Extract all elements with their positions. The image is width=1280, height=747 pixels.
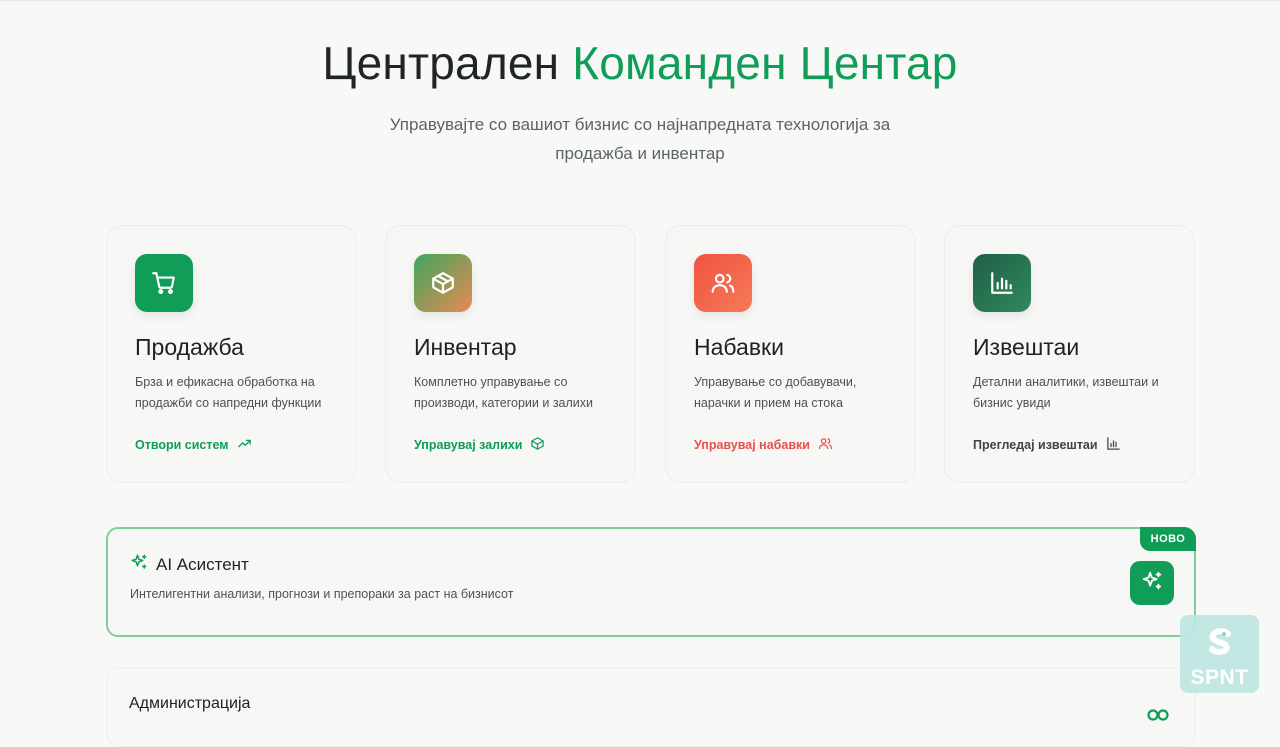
view-reports-link[interactable]: Прегледај извештаи [973,436,1121,454]
box-icon [530,436,545,454]
page-subtitle: Управувајте со вашиот бизнис со најнапре… [389,114,891,163]
link-label: Прегледај извештаи [973,438,1098,452]
card-title: Инвентар [414,334,517,360]
ai-description: Интелигентни анализи, прогнози и препора… [130,587,514,601]
card-procurement[interactable]: Набавки Управување со добавувачи, нарачк… [665,225,916,483]
card-description: Управување со добавувачи, нарачки и прие… [694,375,857,410]
bar-chart-icon [973,254,1031,312]
card-title: Продажба [135,334,244,360]
card-title: Извештаи [973,334,1080,360]
ai-title: AI Асистент [130,553,249,576]
card-description: Детални аналитики, извештаи и бизнис уви… [973,375,1159,410]
manage-stock-link[interactable]: Управувај залихи [414,436,545,454]
spnt-logo: SPNT [1180,615,1259,693]
spnt-logo-mark [1208,628,1231,656]
card-reports[interactable]: Извештаи Детални аналитики, извештаи и б… [944,225,1195,483]
cart-icon [135,254,193,312]
sparkles-icon [1141,570,1163,597]
users-icon [694,254,752,312]
ai-open-button[interactable] [1130,561,1174,605]
admin-title: Администрација [129,695,251,712]
ai-title-label: AI Асистент [156,554,249,574]
link-label: Управувај залихи [414,438,523,452]
hero: Централен Команден Центар Управувајте со… [0,34,1280,168]
title-accent: Команден Центар [572,37,958,89]
ai-assistant-card[interactable]: AI Асистент Интелигентни анализи, прогно… [106,527,1196,637]
new-badge: НОВО [1140,527,1196,551]
users-icon [818,436,833,454]
watermark-text: SPNT [1190,666,1249,689]
card-description: Брза и ефикасна обработка на продажби со… [135,375,322,410]
card-description: Комплетно управување со производи, катег… [414,375,594,410]
sparkles-icon [130,553,148,576]
title-main: Централен [322,37,573,89]
admin-section[interactable]: Администрација [106,667,1196,747]
bar-chart-icon [1106,436,1121,454]
toggle-icon[interactable] [1147,708,1169,727]
card-inventory[interactable]: Инвентар Комплетно управување со произво… [385,225,636,483]
open-system-link[interactable]: Отвори систем [135,436,252,454]
link-label: Управувај набавки [694,438,810,452]
box-icon [414,254,472,312]
page-title: Централен Команден Центар [0,34,1280,94]
trending-up-icon [237,436,252,454]
card-title: Набавки [694,334,784,360]
card-sales[interactable]: Продажба Брза и ефикасна обработка на пр… [106,225,357,483]
top-divider [0,0,1280,1]
module-cards: Продажба Брза и ефикасна обработка на пр… [106,225,1196,483]
manage-procurement-link[interactable]: Управувај набавки [694,436,833,454]
link-label: Отвори систем [135,438,229,452]
